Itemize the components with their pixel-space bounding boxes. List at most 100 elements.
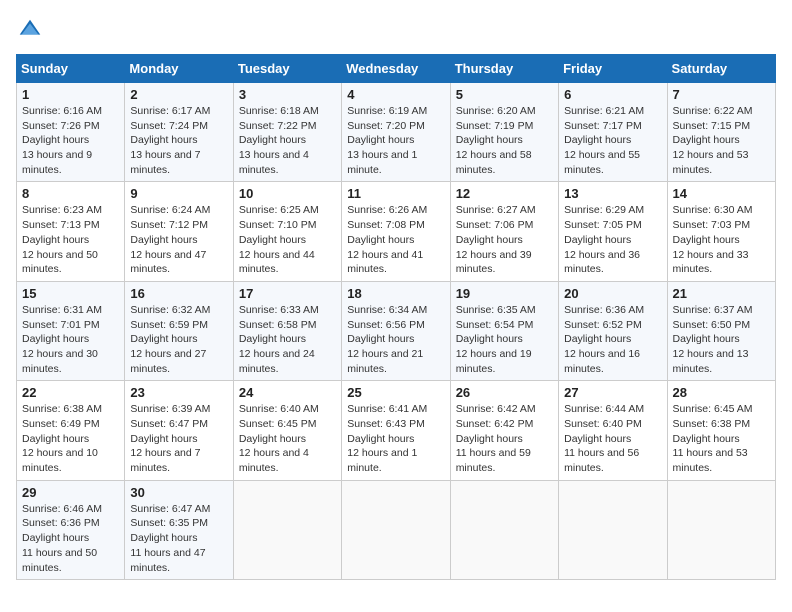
weekday-header-saturday: Saturday: [667, 55, 775, 83]
day-info: Sunrise: 6:44 AMSunset: 6:40 PMDaylight …: [564, 402, 661, 475]
day-number: 30: [130, 485, 227, 500]
calendar-cell: 7 Sunrise: 6:22 AMSunset: 7:15 PMDayligh…: [667, 83, 775, 182]
calendar-cell: 13 Sunrise: 6:29 AMSunset: 7:05 PMDaylig…: [559, 182, 667, 281]
day-info: Sunrise: 6:36 AMSunset: 6:52 PMDaylight …: [564, 303, 661, 376]
day-number: 3: [239, 87, 336, 102]
day-info: Sunrise: 6:33 AMSunset: 6:58 PMDaylight …: [239, 303, 336, 376]
calendar-cell: 25 Sunrise: 6:41 AMSunset: 6:43 PMDaylig…: [342, 381, 450, 480]
day-number: 27: [564, 385, 661, 400]
calendar-cell: 23 Sunrise: 6:39 AMSunset: 6:47 PMDaylig…: [125, 381, 233, 480]
day-number: 18: [347, 286, 444, 301]
logo: [16, 16, 48, 44]
day-info: Sunrise: 6:45 AMSunset: 6:38 PMDaylight …: [673, 402, 770, 475]
day-info: Sunrise: 6:31 AMSunset: 7:01 PMDaylight …: [22, 303, 119, 376]
calendar-cell: 28 Sunrise: 6:45 AMSunset: 6:38 PMDaylig…: [667, 381, 775, 480]
day-number: 21: [673, 286, 770, 301]
calendar-cell: 1 Sunrise: 6:16 AMSunset: 7:26 PMDayligh…: [17, 83, 125, 182]
calendar-cell: 26 Sunrise: 6:42 AMSunset: 6:42 PMDaylig…: [450, 381, 558, 480]
calendar-cell: 14 Sunrise: 6:30 AMSunset: 7:03 PMDaylig…: [667, 182, 775, 281]
day-info: Sunrise: 6:21 AMSunset: 7:17 PMDaylight …: [564, 104, 661, 177]
calendar-week-3: 15 Sunrise: 6:31 AMSunset: 7:01 PMDaylig…: [17, 281, 776, 380]
calendar-cell: 21 Sunrise: 6:37 AMSunset: 6:50 PMDaylig…: [667, 281, 775, 380]
calendar-week-5: 29 Sunrise: 6:46 AMSunset: 6:36 PMDaylig…: [17, 480, 776, 579]
day-info: Sunrise: 6:40 AMSunset: 6:45 PMDaylight …: [239, 402, 336, 475]
calendar-cell: 24 Sunrise: 6:40 AMSunset: 6:45 PMDaylig…: [233, 381, 341, 480]
day-number: 4: [347, 87, 444, 102]
day-info: Sunrise: 6:23 AMSunset: 7:13 PMDaylight …: [22, 203, 119, 276]
day-info: Sunrise: 6:29 AMSunset: 7:05 PMDaylight …: [564, 203, 661, 276]
calendar-cell: 10 Sunrise: 6:25 AMSunset: 7:10 PMDaylig…: [233, 182, 341, 281]
day-number: 26: [456, 385, 553, 400]
weekday-header-thursday: Thursday: [450, 55, 558, 83]
calendar-cell: 17 Sunrise: 6:33 AMSunset: 6:58 PMDaylig…: [233, 281, 341, 380]
day-info: Sunrise: 6:26 AMSunset: 7:08 PMDaylight …: [347, 203, 444, 276]
day-number: 6: [564, 87, 661, 102]
calendar-week-1: 1 Sunrise: 6:16 AMSunset: 7:26 PMDayligh…: [17, 83, 776, 182]
day-info: Sunrise: 6:25 AMSunset: 7:10 PMDaylight …: [239, 203, 336, 276]
calendar-cell: 22 Sunrise: 6:38 AMSunset: 6:49 PMDaylig…: [17, 381, 125, 480]
day-number: 7: [673, 87, 770, 102]
day-number: 14: [673, 186, 770, 201]
day-number: 16: [130, 286, 227, 301]
weekday-header-friday: Friday: [559, 55, 667, 83]
day-info: Sunrise: 6:35 AMSunset: 6:54 PMDaylight …: [456, 303, 553, 376]
day-number: 1: [22, 87, 119, 102]
calendar-cell: [450, 480, 558, 579]
day-info: Sunrise: 6:34 AMSunset: 6:56 PMDaylight …: [347, 303, 444, 376]
day-number: 15: [22, 286, 119, 301]
weekday-header-tuesday: Tuesday: [233, 55, 341, 83]
day-info: Sunrise: 6:38 AMSunset: 6:49 PMDaylight …: [22, 402, 119, 475]
calendar-cell: [559, 480, 667, 579]
day-info: Sunrise: 6:42 AMSunset: 6:42 PMDaylight …: [456, 402, 553, 475]
day-info: Sunrise: 6:18 AMSunset: 7:22 PMDaylight …: [239, 104, 336, 177]
day-info: Sunrise: 6:37 AMSunset: 6:50 PMDaylight …: [673, 303, 770, 376]
day-number: 17: [239, 286, 336, 301]
calendar-table: SundayMondayTuesdayWednesdayThursdayFrid…: [16, 54, 776, 580]
weekday-header-monday: Monday: [125, 55, 233, 83]
calendar-cell: 29 Sunrise: 6:46 AMSunset: 6:36 PMDaylig…: [17, 480, 125, 579]
day-info: Sunrise: 6:16 AMSunset: 7:26 PMDaylight …: [22, 104, 119, 177]
day-info: Sunrise: 6:32 AMSunset: 6:59 PMDaylight …: [130, 303, 227, 376]
day-number: 10: [239, 186, 336, 201]
calendar-cell: 6 Sunrise: 6:21 AMSunset: 7:17 PMDayligh…: [559, 83, 667, 182]
day-info: Sunrise: 6:22 AMSunset: 7:15 PMDaylight …: [673, 104, 770, 177]
calendar-cell: 19 Sunrise: 6:35 AMSunset: 6:54 PMDaylig…: [450, 281, 558, 380]
day-number: 12: [456, 186, 553, 201]
calendar-cell: 27 Sunrise: 6:44 AMSunset: 6:40 PMDaylig…: [559, 381, 667, 480]
day-number: 11: [347, 186, 444, 201]
day-info: Sunrise: 6:27 AMSunset: 7:06 PMDaylight …: [456, 203, 553, 276]
day-number: 20: [564, 286, 661, 301]
day-info: Sunrise: 6:47 AMSunset: 6:35 PMDaylight …: [130, 502, 227, 575]
day-number: 19: [456, 286, 553, 301]
day-number: 24: [239, 385, 336, 400]
calendar-cell: 5 Sunrise: 6:20 AMSunset: 7:19 PMDayligh…: [450, 83, 558, 182]
weekday-header-sunday: Sunday: [17, 55, 125, 83]
day-number: 8: [22, 186, 119, 201]
calendar-cell: 2 Sunrise: 6:17 AMSunset: 7:24 PMDayligh…: [125, 83, 233, 182]
day-number: 22: [22, 385, 119, 400]
day-number: 2: [130, 87, 227, 102]
calendar-cell: 12 Sunrise: 6:27 AMSunset: 7:06 PMDaylig…: [450, 182, 558, 281]
calendar-cell: [233, 480, 341, 579]
day-number: 25: [347, 385, 444, 400]
calendar-week-2: 8 Sunrise: 6:23 AMSunset: 7:13 PMDayligh…: [17, 182, 776, 281]
day-number: 23: [130, 385, 227, 400]
calendar-cell: 8 Sunrise: 6:23 AMSunset: 7:13 PMDayligh…: [17, 182, 125, 281]
day-number: 9: [130, 186, 227, 201]
logo-icon: [16, 16, 44, 44]
day-info: Sunrise: 6:39 AMSunset: 6:47 PMDaylight …: [130, 402, 227, 475]
calendar-cell: [667, 480, 775, 579]
weekday-header-wednesday: Wednesday: [342, 55, 450, 83]
calendar-cell: 9 Sunrise: 6:24 AMSunset: 7:12 PMDayligh…: [125, 182, 233, 281]
day-info: Sunrise: 6:20 AMSunset: 7:19 PMDaylight …: [456, 104, 553, 177]
day-info: Sunrise: 6:41 AMSunset: 6:43 PMDaylight …: [347, 402, 444, 475]
day-info: Sunrise: 6:19 AMSunset: 7:20 PMDaylight …: [347, 104, 444, 177]
calendar-cell: 3 Sunrise: 6:18 AMSunset: 7:22 PMDayligh…: [233, 83, 341, 182]
calendar-cell: 30 Sunrise: 6:47 AMSunset: 6:35 PMDaylig…: [125, 480, 233, 579]
day-number: 5: [456, 87, 553, 102]
calendar-cell: 20 Sunrise: 6:36 AMSunset: 6:52 PMDaylig…: [559, 281, 667, 380]
day-number: 13: [564, 186, 661, 201]
calendar-cell: 4 Sunrise: 6:19 AMSunset: 7:20 PMDayligh…: [342, 83, 450, 182]
day-info: Sunrise: 6:30 AMSunset: 7:03 PMDaylight …: [673, 203, 770, 276]
calendar-cell: [342, 480, 450, 579]
